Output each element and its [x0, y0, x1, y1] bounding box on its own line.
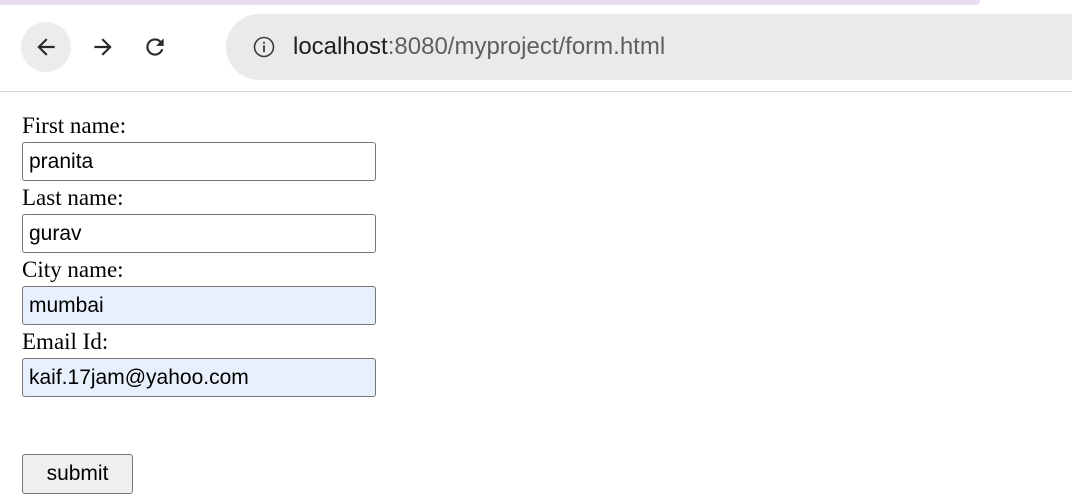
tab-strip-edge [0, 0, 980, 5]
browser-toolbar: localhost:8080/myproject/form.html [0, 0, 1072, 92]
reload-button[interactable] [130, 22, 180, 72]
user-form: First name: Last name: City name: Email … [22, 110, 376, 398]
last-name-input[interactable] [22, 214, 376, 253]
url-text: localhost:8080/myproject/form.html [293, 33, 665, 61]
first-name-label: First name: [22, 113, 127, 138]
url-path: :8080/myproject/form.html [387, 33, 666, 60]
back-arrow-icon [37, 38, 55, 56]
city-name-input[interactable] [22, 286, 376, 325]
url-host: localhost [293, 33, 388, 60]
email-id-input[interactable] [22, 358, 376, 397]
info-icon[interactable] [253, 36, 275, 58]
forward-button[interactable] [78, 22, 128, 72]
submit-button[interactable]: submit [22, 454, 133, 494]
last-name-label: Last name: [22, 185, 124, 210]
first-name-input[interactable] [22, 142, 376, 181]
address-bar[interactable]: localhost:8080/myproject/form.html [226, 14, 1072, 80]
city-name-label: City name: [22, 257, 124, 282]
reload-icon [146, 38, 164, 56]
forward-arrow-icon [94, 38, 112, 56]
email-id-label: Email Id: [22, 329, 109, 354]
back-button[interactable] [21, 22, 71, 72]
